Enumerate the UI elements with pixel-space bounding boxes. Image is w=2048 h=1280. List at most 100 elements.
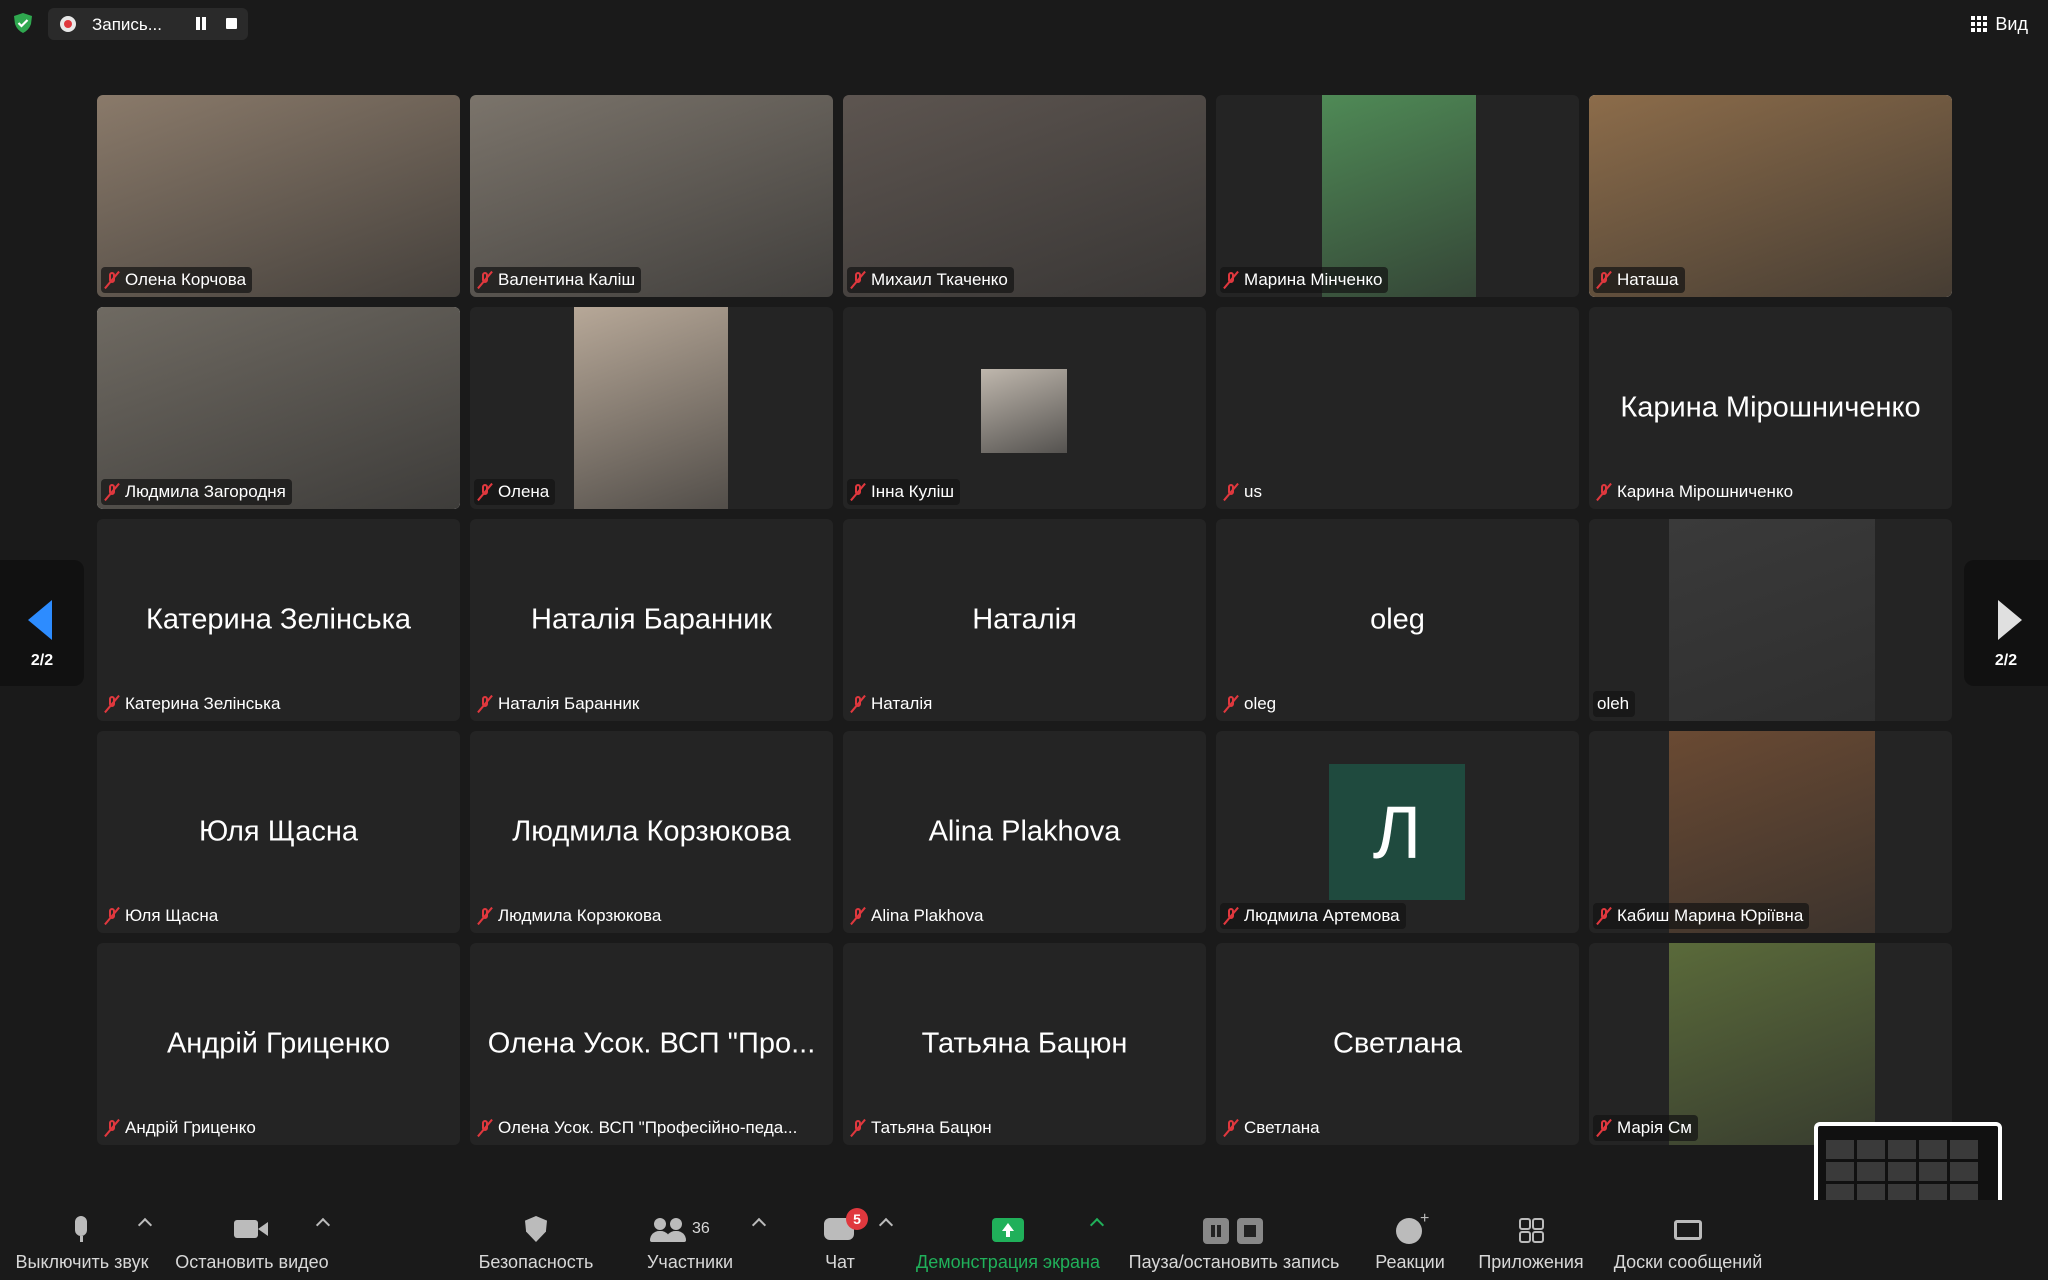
participant-name-label: Людмила Корзюкова <box>474 903 667 929</box>
security-label: Безопасность <box>478 1252 594 1272</box>
muted-microphone-icon <box>851 483 865 501</box>
participants-count: 36 <box>692 1220 710 1237</box>
muted-microphone-icon <box>1224 695 1238 713</box>
thumbnail-cell <box>1826 1140 1854 1159</box>
participant-tile[interactable]: Юля Щасна Юля Щасна <box>97 731 460 933</box>
participant-name-label: Наташа <box>1593 267 1685 293</box>
participant-display-name: Наталія Баранник <box>531 603 772 636</box>
participant-name: Людмила Корзюкова <box>498 906 662 925</box>
participant-tile[interactable]: Валентина Каліш <box>470 95 833 297</box>
meeting-controls-toolbar: Выключить звук Остановить видео Безопасн… <box>0 1200 2048 1280</box>
participant-tile[interactable]: Олена Усок. ВСП "Про... Олена Усок. ВСП "… <box>470 943 833 1145</box>
muted-microphone-icon <box>478 1119 492 1137</box>
participant-video <box>574 307 728 509</box>
muted-microphone-icon <box>1597 907 1611 925</box>
chat-button[interactable]: 5 Чат <box>820 1208 868 1276</box>
participant-tile[interactable]: Светлана Светлана <box>1216 943 1579 1145</box>
reactions-label: Реакции <box>1375 1252 1445 1272</box>
muted-microphone-icon <box>105 271 119 289</box>
stop-recording-icon[interactable] <box>226 18 237 29</box>
participant-name: Светлана <box>1244 1118 1320 1137</box>
participant-tile[interactable]: Андрій Гриценко Андрій Гриценко <box>97 943 460 1145</box>
participant-tile[interactable]: oleh <box>1589 519 1952 721</box>
participant-name-label: Олена Усок. ВСП "Професійно-педа... <box>474 1115 803 1141</box>
participant-tile[interactable]: Інна Куліш <box>843 307 1206 509</box>
stop-video-button[interactable]: Остановить видео <box>174 1214 330 1276</box>
participant-tile[interactable]: Наташа <box>1589 95 1952 297</box>
participant-tile[interactable]: oleg oleg <box>1216 519 1579 721</box>
participant-tile[interactable]: Марина Мінченко <box>1216 95 1579 297</box>
muted-microphone-icon <box>851 1119 865 1137</box>
share-screen-icon <box>992 1218 1024 1242</box>
participant-name-label: Марія См <box>1593 1115 1698 1141</box>
participant-tile[interactable]: Людмила Загородня <box>97 307 460 509</box>
previous-page-button[interactable]: 2/2 <box>0 560 84 686</box>
participant-tile[interactable]: Кабиш Марина Юріївна <box>1589 731 1952 933</box>
chat-unread-badge: 5 <box>846 1208 868 1230</box>
participant-name-label: Марина Мінченко <box>1220 267 1389 293</box>
participant-tile[interactable]: Катерина Зелінська Катерина Зелінська <box>97 519 460 721</box>
security-shield-icon[interactable] <box>12 12 34 34</box>
share-screen-label: Демонстрация экрана <box>916 1252 1100 1272</box>
participant-name: Олена Усок. ВСП "Професійно-педа... <box>498 1118 798 1137</box>
top-bar: Запись... Вид <box>0 0 2048 48</box>
thumbnail-cell <box>1857 1140 1885 1159</box>
participant-tile[interactable]: Татьяна Бацюн Татьяна Бацюн <box>843 943 1206 1145</box>
participant-display-name: Карина Мірошниченко <box>1620 391 1921 424</box>
participant-display-name: Юля Щасна <box>199 815 358 848</box>
participant-tile[interactable]: us <box>1216 307 1579 509</box>
participant-name: Юля Щасна <box>125 906 219 925</box>
apps-button[interactable]: Приложения <box>1478 1214 1584 1276</box>
participant-tile[interactable]: Л Людмила Артемова <box>1216 731 1579 933</box>
participant-display-name: Наталія <box>972 603 1077 636</box>
whiteboards-button[interactable]: Доски сообщений <box>1608 1214 1768 1276</box>
next-page-button[interactable]: 2/2 <box>1964 560 2048 686</box>
mute-label: Выключить звук <box>15 1252 149 1272</box>
muted-microphone-icon <box>105 907 119 925</box>
participant-display-name: Людмила Корзюкова <box>512 815 791 848</box>
chat-options-chevron-icon[interactable] <box>878 1217 894 1233</box>
participant-name: Наташа <box>1617 270 1679 289</box>
participant-tile[interactable]: Олена Корчова <box>97 95 460 297</box>
participant-tile[interactable]: Карина Мірошниченко Карина Мірошниченко <box>1589 307 1952 509</box>
muted-microphone-icon <box>1224 1119 1238 1137</box>
participants-options-chevron-icon[interactable] <box>751 1217 767 1233</box>
participant-name: Михаил Ткаченко <box>871 270 1008 289</box>
participant-name: Валентина Каліш <box>498 270 636 289</box>
pause-recording-icon[interactable] <box>194 17 208 31</box>
participant-name: Наталія <box>871 694 933 713</box>
view-button[interactable]: Вид <box>1971 12 2028 36</box>
thumbnail-cell <box>1857 1162 1885 1181</box>
participant-name-label: Андрій Гриценко <box>101 1115 262 1141</box>
participant-display-name: Олена Усок. ВСП "Про... <box>487 1027 816 1060</box>
share-screen-button[interactable]: Демонстрация экрана <box>908 1214 1108 1276</box>
participant-tile[interactable]: Людмила Корзюкова Людмила Корзюкова <box>470 731 833 933</box>
muted-microphone-icon <box>478 483 492 501</box>
microphone-icon <box>75 1216 87 1236</box>
participant-name-label: Кабиш Марина Юріївна <box>1593 903 1810 929</box>
participant-tile[interactable]: Олена <box>470 307 833 509</box>
pause-stop-recording-label: Пауза/остановить запись <box>1128 1252 1340 1272</box>
participant-tile[interactable]: Alina Plakhova Alina Plakhova <box>843 731 1206 933</box>
security-button[interactable]: Безопасность <box>476 1214 596 1276</box>
participant-tile[interactable]: Михаил Ткаченко <box>843 95 1206 297</box>
participant-name-label: oleh <box>1593 691 1636 717</box>
participant-tile[interactable]: Наталія Наталія <box>843 519 1206 721</box>
participants-button[interactable]: 36 Участники <box>640 1214 740 1276</box>
participant-name-label: Людмила Загородня <box>101 479 292 505</box>
participant-name: Олена Корчова <box>125 270 247 289</box>
participant-tile[interactable]: Марія См <box>1589 943 1952 1145</box>
participant-name-label: Светлана <box>1220 1115 1326 1141</box>
participant-name-label: Катерина Зелінська <box>101 691 286 717</box>
participant-tile[interactable]: Наталія Баранник Наталія Баранник <box>470 519 833 721</box>
participant-name-label: Людмила Артемова <box>1220 903 1406 929</box>
whiteboard-icon <box>1674 1220 1702 1240</box>
stop-icon <box>1237 1218 1263 1244</box>
participant-name: oleh <box>1597 694 1630 713</box>
mute-button[interactable]: Выключить звук <box>14 1214 150 1276</box>
chat-label: Чат <box>825 1252 855 1272</box>
muted-microphone-icon <box>1224 907 1238 925</box>
pause-stop-recording-button[interactable]: Пауза/остановить запись <box>1124 1214 1344 1276</box>
reactions-button[interactable]: Реакции <box>1368 1210 1452 1276</box>
participant-name: Alina Plakhova <box>871 906 984 925</box>
